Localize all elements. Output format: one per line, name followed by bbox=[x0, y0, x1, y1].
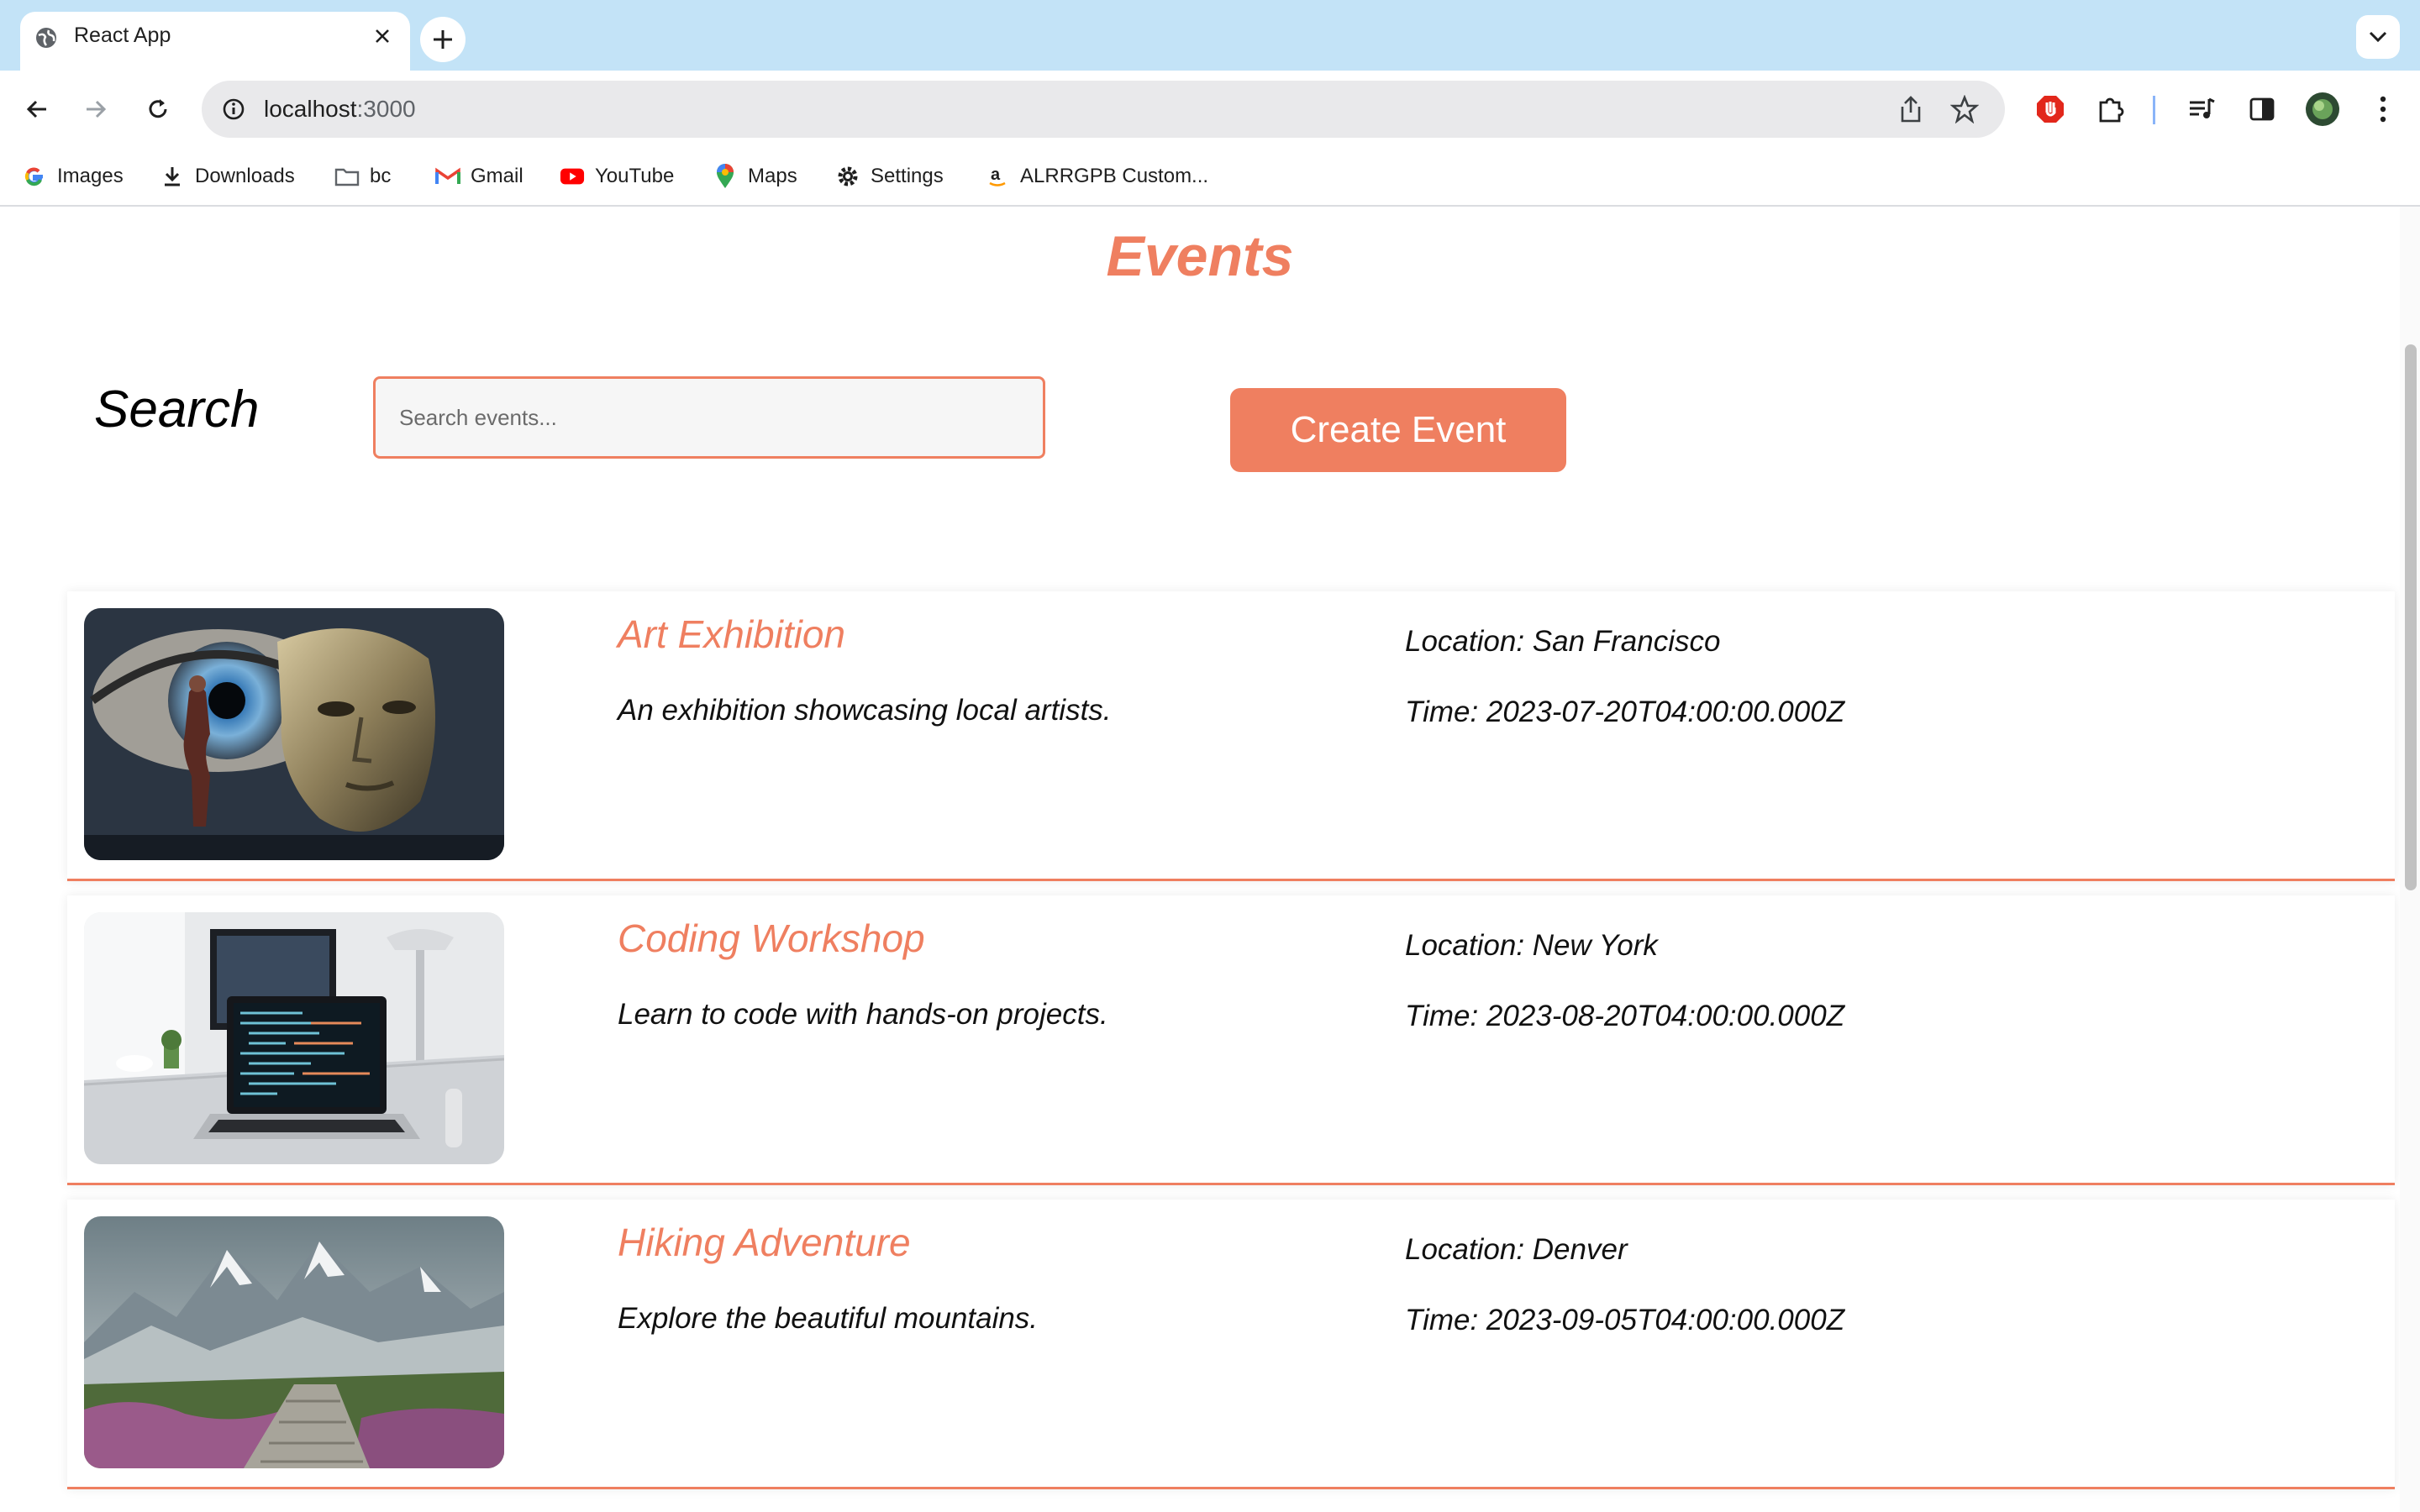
search-input[interactable] bbox=[373, 376, 1045, 459]
url-text: localhost:3000 bbox=[264, 96, 416, 122]
tab-search-button[interactable] bbox=[2356, 15, 2400, 59]
search-label: Search bbox=[94, 381, 260, 438]
event-title[interactable]: Art Exhibition bbox=[618, 612, 845, 657]
page-title: Events bbox=[1106, 224, 1294, 288]
chevron-down-icon bbox=[2369, 31, 2387, 43]
plus-icon bbox=[434, 30, 452, 49]
browser-tab[interactable]: React App bbox=[20, 12, 410, 71]
maps-pin-icon bbox=[713, 164, 738, 189]
site-info-icon[interactable] bbox=[215, 91, 252, 128]
gmail-icon bbox=[435, 164, 460, 189]
bookmark-label: Settings bbox=[871, 165, 944, 187]
browser-toolbar: localhost:3000 bbox=[0, 71, 2420, 148]
bookmark-label: Gmail bbox=[471, 165, 523, 187]
event-image-mountain-trail bbox=[84, 1216, 504, 1468]
gear-icon bbox=[835, 164, 860, 189]
back-button[interactable] bbox=[17, 89, 57, 129]
event-description: Explore the beautiful mountains. bbox=[618, 1302, 1039, 1335]
event-title[interactable]: Coding Workshop bbox=[618, 916, 925, 961]
event-time: Time: 2023-09-05T04:00:00.000Z bbox=[1405, 1304, 1845, 1336]
download-icon bbox=[160, 164, 185, 189]
page-viewport: Events Search Create Event bbox=[0, 207, 2400, 1512]
google-icon bbox=[22, 164, 47, 189]
bookmark-label: bc bbox=[370, 165, 392, 187]
share-icon[interactable] bbox=[1892, 91, 1929, 128]
svg-text:a: a bbox=[991, 165, 1001, 184]
close-tab-icon[interactable] bbox=[366, 20, 398, 52]
bookmark-gmail[interactable]: Gmail bbox=[435, 160, 523, 193]
arrow-right-icon bbox=[87, 100, 107, 118]
event-description: Learn to code with hands-on projects. bbox=[618, 998, 1108, 1031]
event-card[interactable]: Art Exhibition An exhibition showcasing … bbox=[67, 591, 2395, 881]
event-time: Time: 2023-08-20T04:00:00.000Z bbox=[1405, 1000, 1845, 1032]
bookmark-label: Images bbox=[57, 165, 124, 187]
forward-button[interactable] bbox=[76, 89, 116, 129]
extensions-puzzle-icon[interactable] bbox=[2091, 89, 2131, 129]
event-card[interactable]: Coding Workshop Learn to code with hands… bbox=[67, 895, 2395, 1185]
create-event-button[interactable]: Create Event bbox=[1230, 388, 1566, 472]
adblock-extension-icon[interactable] bbox=[2030, 89, 2070, 129]
event-image-mask-art bbox=[84, 608, 504, 860]
profile-avatar[interactable] bbox=[2302, 89, 2343, 129]
bookmark-star-icon[interactable] bbox=[1946, 91, 1983, 128]
event-description: An exhibition showcasing local artists. bbox=[618, 694, 1112, 727]
tab-strip: React App bbox=[0, 0, 2420, 71]
bookmark-settings[interactable]: Settings bbox=[835, 160, 944, 193]
arrow-left-icon bbox=[26, 100, 46, 118]
event-location: Location: San Francisco bbox=[1405, 625, 1721, 658]
reload-button[interactable] bbox=[138, 89, 178, 129]
bookmark-amazon[interactable]: a ALRRGPB Custom... bbox=[985, 160, 1208, 193]
bookmark-label: Maps bbox=[748, 165, 797, 187]
bookmark-label: Downloads bbox=[195, 165, 295, 187]
bookmark-bc[interactable]: bc bbox=[334, 160, 391, 193]
youtube-icon bbox=[560, 164, 585, 189]
media-control-icon[interactable] bbox=[2181, 89, 2222, 129]
bookmark-images[interactable]: Images bbox=[22, 160, 124, 193]
globe-icon bbox=[34, 25, 59, 55]
bookmark-label: YouTube bbox=[595, 165, 675, 187]
event-title[interactable]: Hiking Adventure bbox=[618, 1220, 911, 1265]
more-menu-icon[interactable] bbox=[2363, 89, 2403, 129]
amazon-icon: a bbox=[985, 164, 1010, 189]
address-bar[interactable]: localhost:3000 bbox=[202, 81, 2005, 138]
new-tab-button[interactable] bbox=[420, 17, 466, 62]
bookmark-youtube[interactable]: YouTube bbox=[560, 160, 674, 193]
folder-icon bbox=[334, 164, 360, 189]
toolbar-divider bbox=[2153, 96, 2155, 124]
event-card[interactable]: Hiking Adventure Explore the beautiful m… bbox=[67, 1200, 2395, 1489]
side-panel-icon[interactable] bbox=[2242, 89, 2282, 129]
bookmarks-bar: Images Downloads bc Gmail YouTube Maps S… bbox=[0, 148, 2420, 207]
event-location: Location: Denver bbox=[1405, 1233, 1628, 1266]
tab-title: React App bbox=[74, 24, 171, 47]
scrollbar-thumb[interactable] bbox=[2405, 344, 2417, 890]
event-time: Time: 2023-07-20T04:00:00.000Z bbox=[1405, 696, 1845, 728]
bookmark-maps[interactable]: Maps bbox=[713, 160, 797, 193]
reload-icon bbox=[149, 99, 167, 118]
bookmark-label: ALRRGPB Custom... bbox=[1020, 165, 1209, 187]
bookmark-downloads[interactable]: Downloads bbox=[160, 160, 295, 193]
event-location: Location: New York bbox=[1405, 929, 1658, 962]
event-image-laptop-desk bbox=[84, 912, 504, 1164]
